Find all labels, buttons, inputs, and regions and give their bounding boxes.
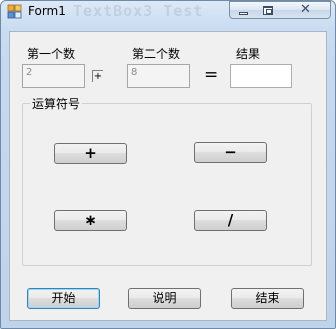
second-number-label: 第二个数 [132, 47, 181, 61]
close-icon: ✕ [300, 2, 311, 17]
divide-button[interactable]: / [194, 210, 267, 231]
first-number-field[interactable]: 2 [22, 64, 85, 88]
result-field[interactable] [230, 64, 292, 88]
title-bar[interactable]: Form1 TextBox3 Test ✕ [1, 1, 335, 23]
start-button[interactable]: 开始 [27, 288, 100, 309]
result-label: 结果 [236, 47, 261, 61]
maximize-button[interactable] [255, 1, 282, 19]
second-number-field[interactable]: 8 [127, 64, 190, 88]
help-button[interactable]: 说明 [128, 288, 201, 309]
form-client-area: 第一个数 第二个数 结果 2 + 8 = 运算符号 + − ∗ / 开始 说明 … [9, 31, 327, 321]
window-title: Form1 [28, 4, 66, 18]
operator-display: + [92, 70, 103, 82]
minimize-icon [239, 12, 248, 15]
maximize-icon [263, 6, 273, 15]
plus-button[interactable]: + [54, 143, 127, 164]
operator-groupbox [22, 103, 312, 266]
minus-button[interactable]: − [194, 142, 267, 163]
app-window: Form1 TextBox3 Test ✕ 第一个数 第二个数 结果 2 + 8… [0, 0, 336, 329]
equals-sign: = [204, 65, 219, 85]
close-button[interactable]: ✕ [281, 1, 331, 19]
background-ghost-title: TextBox3 Test [73, 2, 204, 20]
first-number-label: 第一个数 [27, 47, 76, 61]
form-app-icon [7, 4, 22, 19]
operator-group-title: 运算符号 [30, 95, 83, 112]
minimize-button[interactable] [229, 1, 256, 19]
end-button[interactable]: 结束 [231, 288, 304, 309]
multiply-button[interactable]: ∗ [54, 210, 127, 231]
